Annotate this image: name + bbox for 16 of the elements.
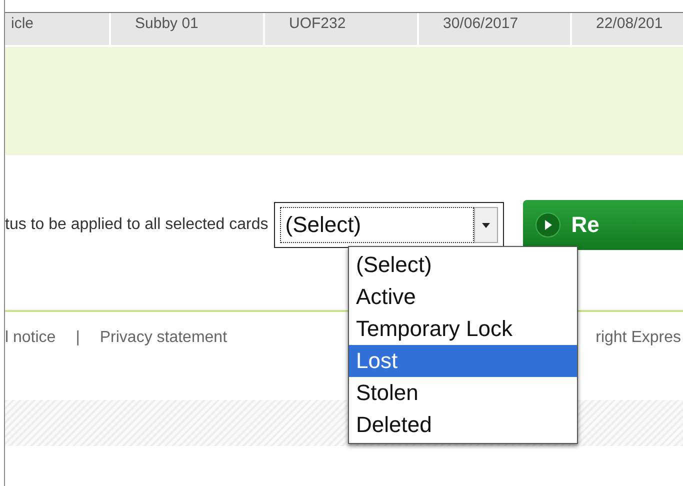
dropdown-option[interactable]: Lost (349, 345, 577, 377)
dropdown-option[interactable]: Temporary Lock (349, 313, 577, 345)
dropdown-option[interactable]: Deleted (349, 409, 577, 441)
status-dropdown[interactable]: (Select) (274, 202, 504, 248)
company-name: right Expres (596, 329, 681, 347)
apply-button[interactable]: Re (523, 200, 683, 250)
play-icon (535, 212, 562, 238)
separator: | (76, 329, 80, 347)
dropdown-option[interactable]: Active (349, 281, 577, 313)
caret-icon (474, 207, 498, 243)
footer-link[interactable]: l notice (5, 329, 56, 347)
field-label: tus to be applied to all selected cards (5, 216, 268, 234)
dropdown-option[interactable]: (Select) (349, 249, 577, 281)
dropdown-option[interactable]: Stolen (349, 377, 577, 409)
footer-link[interactable]: Privacy statement (100, 329, 228, 347)
table-cell-text: icle (10, 14, 35, 34)
